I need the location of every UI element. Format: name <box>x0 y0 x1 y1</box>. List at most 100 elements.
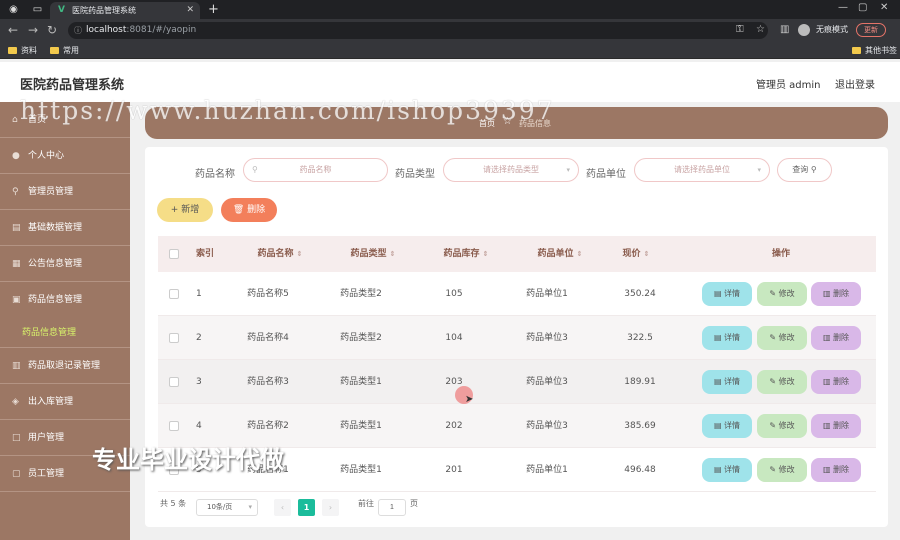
sidepanel-icon[interactable]: ▥ <box>780 24 789 36</box>
edit-button[interactable]: ✎ 修改 <box>757 282 807 306</box>
cell-price: 496.48 <box>624 465 656 475</box>
cell-price: 322.5 <box>627 333 653 343</box>
incognito-label: 无痕模式 <box>816 25 848 34</box>
key-icon[interactable]: ⚿ <box>736 24 744 36</box>
window-icon[interactable]: ▭ <box>32 4 43 15</box>
cell-unit: 药品单位1 <box>526 465 568 475</box>
address-bar: ← → ↻ ⓘ localhost:8081/#/yaopin ⚿ ☆ ▥ 无痕… <box>0 19 900 42</box>
column-header-type[interactable]: 药品类型 ⇕ <box>328 236 418 272</box>
browser-tab[interactable]: V 医院药品管理系统 ✕ <box>50 2 200 19</box>
watermark-text: 专业毕业设计代做 <box>92 446 284 474</box>
sidebar-item-label: 药品取退记录管理 <box>28 361 101 371</box>
detail-button[interactable]: ▤ 详情 <box>702 282 752 306</box>
page-suffix-label: 页 <box>410 499 418 508</box>
detail-button[interactable]: ▤ 详情 <box>702 414 752 438</box>
detail-button[interactable]: ▤ 详情 <box>702 370 752 394</box>
delete-button[interactable]: ▥ 删除 <box>811 414 861 438</box>
button-label: 详情 <box>724 333 741 342</box>
button-label: 修改 <box>778 333 795 342</box>
column-header-index: 索引 <box>195 249 214 259</box>
column-header-stock[interactable]: 药品库存 ⇕ <box>414 236 518 272</box>
query-button[interactable]: 查询 ⚲ <box>777 158 832 182</box>
row-checkbox[interactable] <box>169 289 179 299</box>
column-header-price[interactable]: 现价 ⇕ <box>604 236 668 272</box>
chrome-menu-icon[interactable]: ◉ <box>8 4 19 15</box>
sidebar-item-admins[interactable]: ⚲ 管理员管理 <box>0 174 130 210</box>
sidebar-item-label: 个人中心 <box>28 151 65 161</box>
detail-button[interactable]: ▤ 详情 <box>702 326 752 350</box>
add-button[interactable]: + 新增 <box>157 198 213 222</box>
button-label: 详情 <box>724 289 741 298</box>
forward-icon[interactable]: → <box>28 23 38 37</box>
plus-icon: + <box>170 205 179 215</box>
delete-button[interactable]: ▥ 删除 <box>811 458 861 482</box>
edit-button[interactable]: ✎ 修改 <box>757 370 807 394</box>
column-label: 药品类型 <box>350 249 387 259</box>
medicine-name-input[interactable]: ⚲ 药品名称 <box>243 158 388 182</box>
column-label: 现价 <box>622 249 641 259</box>
pencil-icon: ✎ <box>769 377 777 386</box>
close-window-icon[interactable]: ✕ <box>880 2 888 13</box>
edit-button[interactable]: ✎ 修改 <box>757 326 807 350</box>
maximize-icon[interactable]: ▢ <box>858 2 867 13</box>
cell-stock: 104 <box>445 333 463 343</box>
select-placeholder: 请选择药品单位 <box>674 165 730 174</box>
sidebar-item-records[interactable]: ▥ 药品取退记录管理 <box>0 348 130 384</box>
logout-link[interactable]: 退出登录 <box>835 76 875 91</box>
next-page-button[interactable]: › <box>322 499 339 516</box>
sidebar-item-basedata[interactable]: ▤ 基础数据管理 <box>0 210 130 246</box>
bookmark-label: 资料 <box>21 46 37 55</box>
bookmark-folder-other[interactable]: 其他书签 <box>852 44 897 57</box>
sidebar-item-notices[interactable]: ▦ 公告信息管理 <box>0 246 130 282</box>
bookmark-folder-resources[interactable]: 资料 <box>8 44 37 57</box>
cell-stock: 202 <box>445 421 463 431</box>
batch-delete-button[interactable]: 🗑 删除 <box>221 198 277 222</box>
edit-button[interactable]: ✎ 修改 <box>757 458 807 482</box>
url-field[interactable]: ⓘ localhost:8081/#/yaopin <box>68 22 768 39</box>
new-tab-icon[interactable]: + <box>208 2 219 17</box>
button-label: 详情 <box>724 377 741 386</box>
delete-button[interactable]: ▥ 删除 <box>811 282 861 306</box>
minimize-icon[interactable]: — <box>838 2 848 13</box>
page-number-button[interactable]: 1 <box>298 499 315 516</box>
row-checkbox[interactable] <box>169 377 179 387</box>
add-label: 新增 <box>181 205 200 215</box>
search-icon: ⚲ <box>810 165 817 174</box>
sidebar-item-warehouse[interactable]: ◈ 出入库管理 <box>0 384 130 420</box>
reload-icon[interactable]: ↻ <box>47 23 57 37</box>
medicine-type-select[interactable]: 请选择药品类型 ▾ <box>443 158 579 182</box>
medicine-unit-select[interactable]: 请选择药品单位 ▾ <box>634 158 770 182</box>
row-checkbox[interactable] <box>169 333 179 343</box>
update-button[interactable]: 更新 <box>856 23 886 37</box>
goto-page-input[interactable] <box>378 499 406 516</box>
edit-button[interactable]: ✎ 修改 <box>757 414 807 438</box>
incognito-icon[interactable] <box>798 24 810 36</box>
input-placeholder: 药品名称 <box>299 165 332 174</box>
back-icon[interactable]: ← <box>8 23 18 37</box>
column-header-name[interactable]: 药品名称 ⇕ <box>228 236 332 272</box>
site-info-icon[interactable]: ⓘ <box>74 22 82 39</box>
page-size-select[interactable]: 10条/页 ▾ <box>196 499 258 516</box>
sidebar-subitem-medicine-info[interactable]: 药品信息管理 <box>0 318 130 348</box>
bookmark-folder-common[interactable]: 常用 <box>50 44 79 57</box>
delete-button[interactable]: ▥ 删除 <box>811 326 861 350</box>
home-icon: ⌂ <box>12 115 18 125</box>
sidebar-item-profile[interactable]: ● 个人中心 <box>0 138 130 174</box>
trash-icon: ▥ <box>822 333 831 342</box>
table-row: 1 药品名称5 药品类型2 105 药品单位1 350.24 ▤ 详情 ✎ 修改… <box>158 272 876 316</box>
cell-unit: 药品单位3 <box>526 377 568 387</box>
column-header-unit[interactable]: 药品单位 ⇕ <box>514 236 606 272</box>
tab-close-icon[interactable]: ✕ <box>186 2 194 19</box>
button-label: 修改 <box>778 289 795 298</box>
prev-page-button[interactable]: ‹ <box>274 499 291 516</box>
bookmark-star-icon[interactable]: ☆ <box>756 24 765 36</box>
delete-button[interactable]: ▥ 删除 <box>811 370 861 394</box>
tab-title: 医院药品管理系统 <box>72 6 136 15</box>
select-all-checkbox[interactable] <box>169 249 179 259</box>
row-checkbox[interactable] <box>169 421 179 431</box>
sidebar-item-label: 基础数据管理 <box>28 223 83 233</box>
detail-button[interactable]: ▤ 详情 <box>702 458 752 482</box>
sidebar-item-medicine[interactable]: ▣ 药品信息管理 <box>0 282 130 318</box>
filter-name-label: 药品名称 <box>195 169 235 180</box>
cell-index: 1 <box>196 289 202 299</box>
